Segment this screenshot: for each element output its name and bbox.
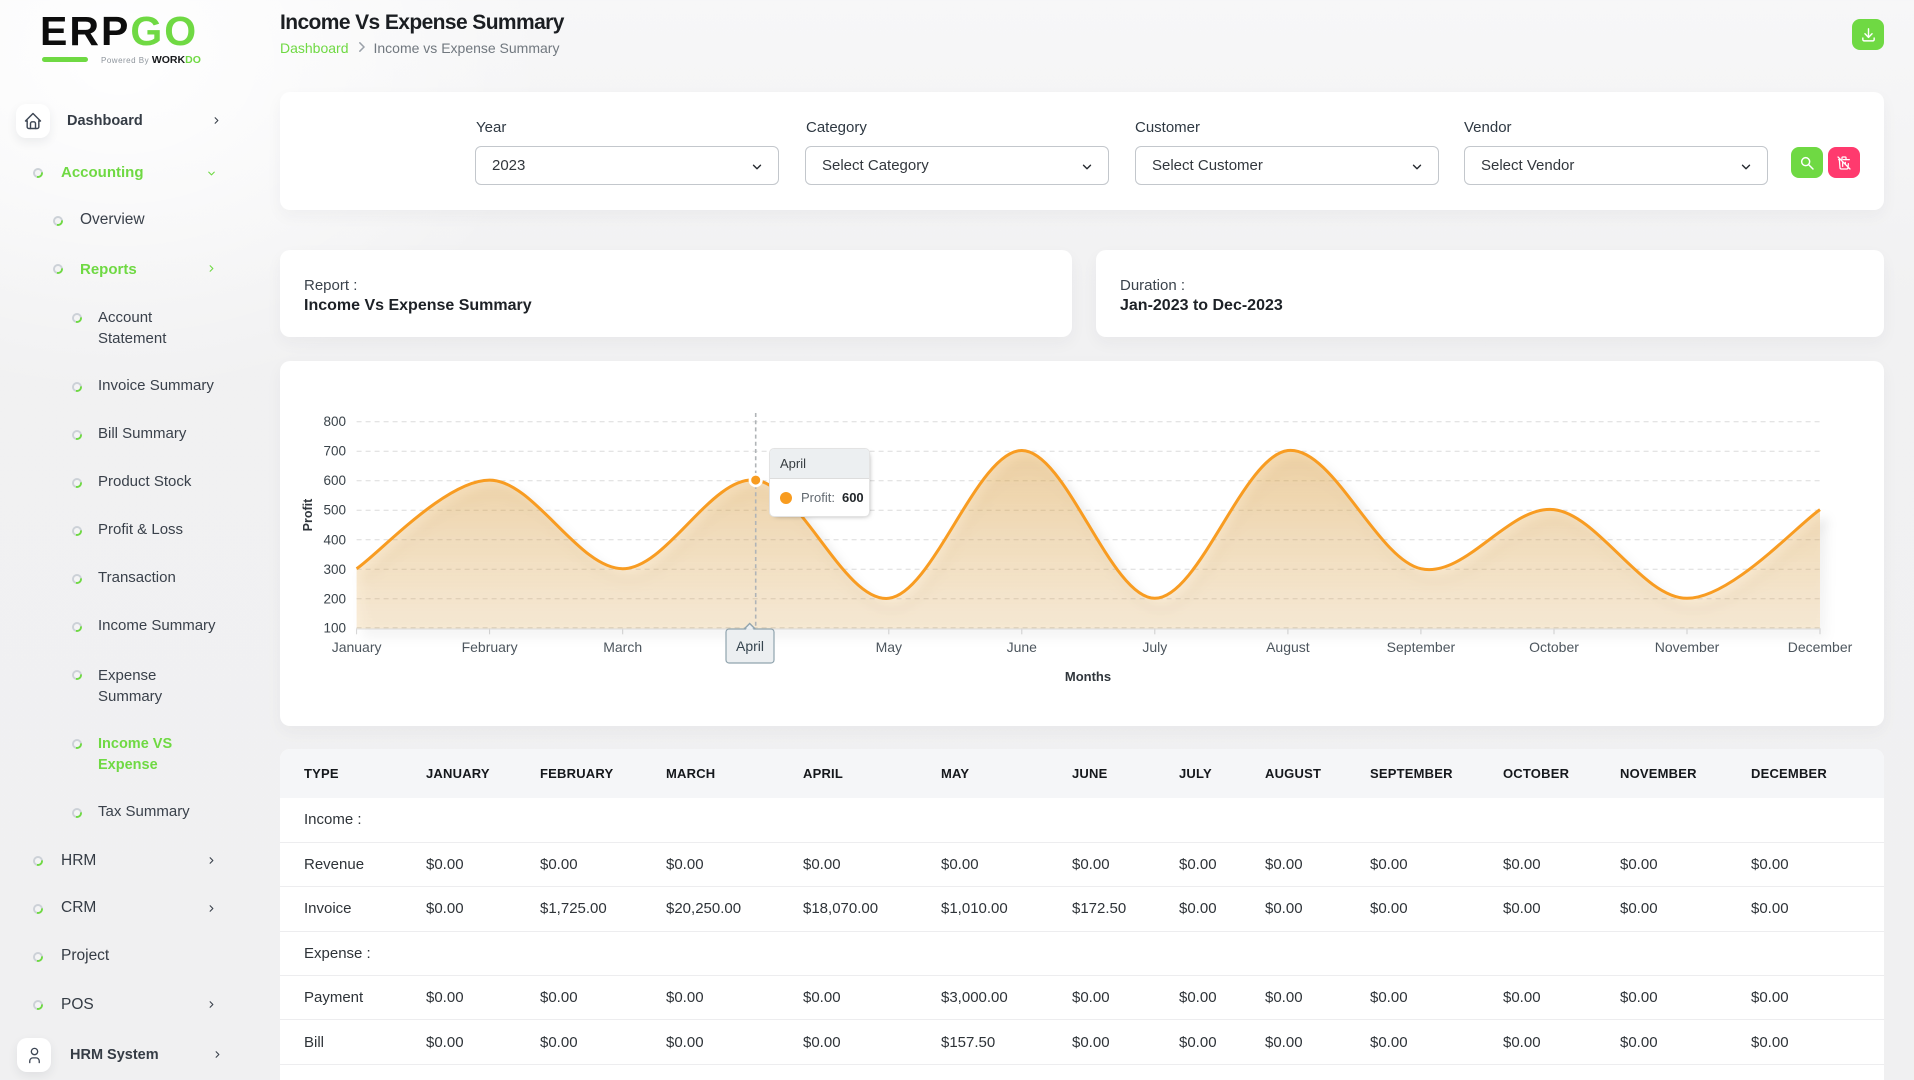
- svg-text:June: June: [1007, 639, 1038, 655]
- svg-text:February: February: [462, 639, 518, 655]
- svg-text:400: 400: [323, 532, 346, 547]
- svg-text:April: April: [736, 638, 764, 654]
- svg-text:600: 600: [323, 473, 346, 488]
- svg-text:March: March: [603, 639, 642, 655]
- svg-text:100: 100: [323, 620, 346, 635]
- svg-text:800: 800: [323, 414, 346, 429]
- svg-text:700: 700: [323, 444, 346, 459]
- svg-text:May: May: [876, 639, 902, 655]
- svg-text:Profit: Profit: [301, 498, 315, 531]
- svg-text:August: August: [1266, 639, 1310, 655]
- svg-text:200: 200: [323, 591, 346, 606]
- svg-text:September: September: [1387, 639, 1456, 655]
- svg-text:500: 500: [323, 503, 346, 518]
- svg-text:December: December: [1788, 639, 1853, 655]
- svg-text:October: October: [1529, 639, 1579, 655]
- svg-text:January: January: [332, 639, 382, 655]
- svg-text:Months: Months: [1065, 669, 1111, 684]
- svg-text:July: July: [1142, 639, 1167, 655]
- svg-text:300: 300: [323, 562, 346, 577]
- svg-text:November: November: [1655, 639, 1720, 655]
